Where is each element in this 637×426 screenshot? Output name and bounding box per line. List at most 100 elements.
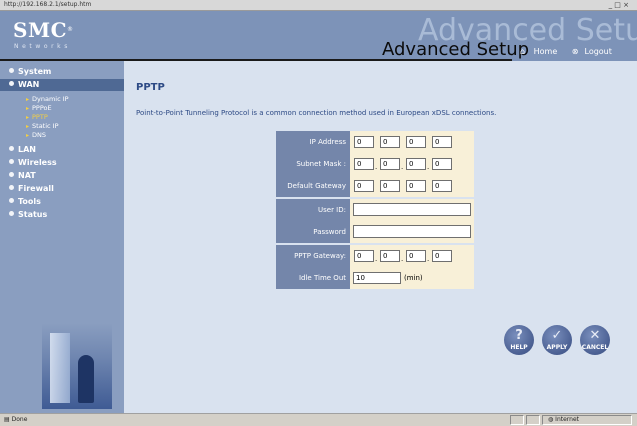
sidebar-item-tools[interactable]: Tools [9, 197, 41, 207]
cancel-button[interactable]: ✕ CANCEL [580, 325, 610, 355]
pptp-gateway-octet-1[interactable]: 0 [354, 250, 374, 262]
logout-link-label[interactable]: Logout [585, 47, 612, 56]
apply-icon: ✓ [551, 328, 563, 343]
sidebar-sub-static-ip[interactable]: ▸ Static IP [26, 122, 59, 131]
bullet-icon [9, 81, 14, 86]
idle-time-row: Idle Time Out 10 (min) [276, 267, 474, 289]
arrow-icon: ▸ [26, 132, 30, 139]
octet-separator: . [401, 163, 404, 171]
bullet-icon [9, 146, 14, 151]
arrow-icon: ▸ [26, 105, 30, 112]
help-button[interactable]: ? HELP [504, 325, 534, 355]
default-gateway-cell: 0 0 0 0 [350, 175, 474, 197]
bullet-icon [9, 159, 14, 164]
sidebar-sub-label[interactable]: PPPoE [32, 104, 52, 112]
password-cell [350, 221, 474, 243]
home-link-label[interactable]: Home [534, 47, 558, 56]
subnet-mask-label: Subnet Mask : [276, 153, 350, 175]
apply-button[interactable]: ✓ APPLY [542, 325, 572, 355]
sidebar-item-label[interactable]: Tools [18, 197, 41, 206]
status-segment [510, 415, 524, 425]
sidebar-item-nat[interactable]: NAT [9, 171, 36, 181]
bullet-icon [9, 68, 14, 73]
default-gateway-octet-3[interactable]: 0 [406, 180, 426, 192]
idle-time-input[interactable]: 10 [353, 272, 401, 284]
bullet-icon [9, 185, 14, 190]
user-id-row: User ID: [276, 199, 474, 221]
pptp-gateway-octet-4[interactable]: 0 [432, 250, 452, 262]
apply-button-label[interactable]: APPLY [542, 344, 572, 351]
octet-separator: . [401, 255, 404, 263]
octet-separator: . [427, 255, 430, 263]
cancel-button-label[interactable]: CANCEL [580, 344, 610, 351]
status-text-label: Done [11, 416, 28, 423]
password-label: Password [276, 221, 350, 243]
zone-indicator: ◍ Internet [548, 414, 579, 426]
arrow-icon: ▸ [26, 96, 30, 103]
browser-status-bar: ▤ Done ◍ Internet [0, 413, 637, 426]
pptp-gateway-octet-2[interactable]: 0 [380, 250, 400, 262]
subnet-mask-octet-3[interactable]: 0 [406, 158, 426, 170]
sidebar-item-label[interactable]: LAN [18, 145, 36, 154]
sidebar-item-label[interactable]: Wireless [18, 158, 57, 167]
sidebar-item-system[interactable]: System [9, 67, 51, 77]
subnet-mask-row: Subnet Mask : 0 . 0 . 0 . 0 [276, 153, 474, 175]
sidebar-item-firewall[interactable]: Firewall [9, 184, 54, 194]
sidebar-sub-pppoe[interactable]: ▸ PPPoE [26, 104, 52, 113]
sidebar-sub-label[interactable]: PPTP [32, 113, 48, 121]
page-title: PPTP [136, 82, 165, 93]
sidebar-item-label[interactable]: System [18, 67, 51, 76]
home-icon: ⌂ [520, 47, 526, 56]
user-id-input[interactable] [353, 203, 471, 216]
globe-icon: ◍ [548, 416, 554, 423]
default-gateway-octet-2[interactable]: 0 [380, 180, 400, 192]
ip-address-octet-4[interactable]: 0 [432, 136, 452, 148]
sidebar-item-wan[interactable]: WAN [9, 80, 39, 90]
home-link[interactable]: ⌂ Home [520, 47, 563, 56]
ip-address-octet-1[interactable]: 0 [354, 136, 374, 148]
sidebar-sub-dynamic-ip[interactable]: ▸ Dynamic IP [26, 95, 69, 104]
sidebar-item-label[interactable]: NAT [18, 171, 36, 180]
page-icon: ▤ [4, 416, 10, 423]
question-icon: ? [515, 328, 523, 343]
pptp-gateway-octet-3[interactable]: 0 [406, 250, 426, 262]
sidebar-item-lan[interactable]: LAN [9, 145, 36, 155]
ip-address-octet-2[interactable]: 0 [380, 136, 400, 148]
ip-address-octet-3[interactable]: 0 [406, 136, 426, 148]
sidebar-item-label[interactable]: Firewall [18, 184, 54, 193]
sidebar-sub-pptp[interactable]: ▸ PPTP [26, 113, 48, 122]
pptp-gateway-label: PPTP Gateway: [276, 245, 350, 267]
browser-address-bar[interactable]: http://192.168.2.1/setup.htm _ □ × [0, 0, 637, 11]
octet-separator: . [427, 163, 430, 171]
default-gateway-octet-4[interactable]: 0 [432, 180, 452, 192]
default-gateway-octet-1[interactable]: 0 [354, 180, 374, 192]
sidebar-item-wireless[interactable]: Wireless [9, 158, 57, 168]
ip-address-row: IP Address 0 0 0 0 [276, 131, 474, 153]
address-text[interactable]: http://192.168.2.1/setup.htm [4, 1, 91, 8]
idle-time-cell: 10 (min) [350, 267, 474, 289]
sidebar-sub-dns[interactable]: ▸ DNS [26, 131, 46, 140]
sidebar-item-label[interactable]: WAN [18, 80, 39, 89]
window-controls[interactable]: _ □ × [609, 1, 629, 9]
top-links: ⌂ Home ⊗ Logout [520, 47, 624, 57]
sidebar-item-label[interactable]: Status [18, 210, 47, 219]
sidebar-sub-label[interactable]: DNS [32, 131, 46, 139]
page-section-title: Advanced Setup [382, 39, 530, 60]
logout-link[interactable]: ⊗ Logout [572, 47, 618, 56]
user-id-label: User ID: [276, 199, 350, 221]
sidebar: System WAN ▸ Dynamic IP ▸ PPPoE ▸ PPTP ▸ Sta… [0, 61, 124, 413]
subnet-mask-octet-4[interactable]: 0 [432, 158, 452, 170]
sidebar-item-status[interactable]: Status [9, 210, 47, 220]
subnet-mask-octet-1[interactable]: 0 [354, 158, 374, 170]
help-button-label[interactable]: HELP [504, 344, 534, 351]
status-text: ▤ Done [4, 414, 27, 426]
sidebar-sub-label[interactable]: Static IP [32, 122, 59, 130]
logout-icon: ⊗ [571, 47, 579, 56]
photo-door-shape [50, 333, 70, 403]
bullet-icon [9, 211, 14, 216]
password-input[interactable] [353, 225, 471, 238]
subnet-mask-cell: 0 . 0 . 0 . 0 [350, 153, 474, 175]
arrow-icon: ▸ [26, 114, 30, 121]
subnet-mask-octet-2[interactable]: 0 [380, 158, 400, 170]
sidebar-sub-label[interactable]: Dynamic IP [32, 95, 69, 103]
